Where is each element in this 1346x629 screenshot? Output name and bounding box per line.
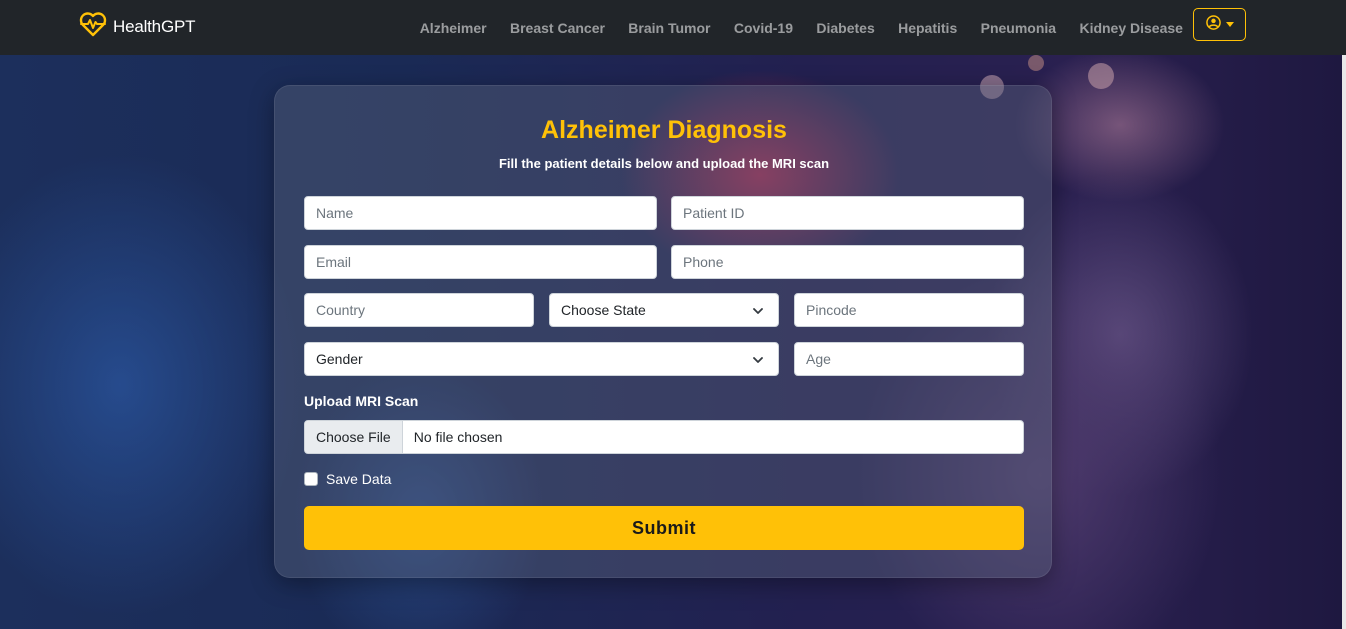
chevron-down-icon [753, 357, 763, 363]
choose-file-button[interactable]: Choose File [305, 421, 403, 453]
save-data-checkbox[interactable] [304, 472, 318, 486]
country-input[interactable] [304, 293, 534, 327]
submit-button[interactable]: Submit [304, 506, 1024, 550]
nav-item-hepatitis[interactable]: Hepatitis [886, 20, 969, 36]
nav-item-diabetes[interactable]: Diabetes [805, 20, 887, 36]
nav-links: Alzheimer Breast Cancer Brain Tumor Covi… [408, 0, 1195, 55]
diagnosis-form-card: Alzheimer Diagnosis Fill the patient det… [274, 85, 1052, 578]
navbar: HealthGPT Alzheimer Breast Cancer Brain … [0, 0, 1346, 55]
nav-item-kidney-disease[interactable]: Kidney Disease [1068, 20, 1195, 36]
nav-item-pneumonia[interactable]: Pneumonia [969, 20, 1068, 36]
state-select[interactable]: Choose State [549, 293, 779, 327]
email-input[interactable] [304, 245, 657, 279]
file-status-text: No file chosen [413, 429, 503, 445]
user-menu-button[interactable] [1193, 8, 1246, 41]
name-input[interactable] [304, 196, 657, 230]
heart-pulse-icon [79, 11, 107, 42]
upload-mri-label: Upload MRI Scan [304, 393, 419, 409]
caret-down-icon [1225, 22, 1234, 27]
phone-input[interactable] [671, 245, 1024, 279]
nav-item-brain-tumor[interactable]: Brain Tumor [617, 20, 723, 36]
save-data-label: Save Data [326, 471, 392, 487]
user-circle-icon [1205, 14, 1221, 35]
nav-item-covid-19[interactable]: Covid-19 [722, 20, 805, 36]
mri-file-input[interactable]: Choose File No file chosen [304, 420, 1024, 454]
save-data-option[interactable]: Save Data [304, 471, 391, 487]
pincode-input[interactable] [794, 293, 1024, 327]
brand-name: HealthGPT [113, 16, 196, 36]
gender-select-value: Gender [316, 351, 363, 367]
brand-link[interactable]: HealthGPT [79, 11, 195, 42]
form-title: Alzheimer Diagnosis [541, 116, 787, 144]
nav-item-breast-cancer[interactable]: Breast Cancer [498, 20, 616, 36]
form-subtitle: Fill the patient details below and uploa… [498, 156, 830, 171]
nav-item-alzheimer[interactable]: Alzheimer [408, 20, 498, 36]
state-select-value: Choose State [561, 302, 646, 318]
chevron-down-icon [753, 308, 763, 314]
patient-id-input[interactable] [671, 196, 1024, 230]
gender-select[interactable]: Gender [304, 342, 779, 376]
scrollbar[interactable] [1342, 55, 1346, 629]
age-input[interactable] [794, 342, 1024, 376]
